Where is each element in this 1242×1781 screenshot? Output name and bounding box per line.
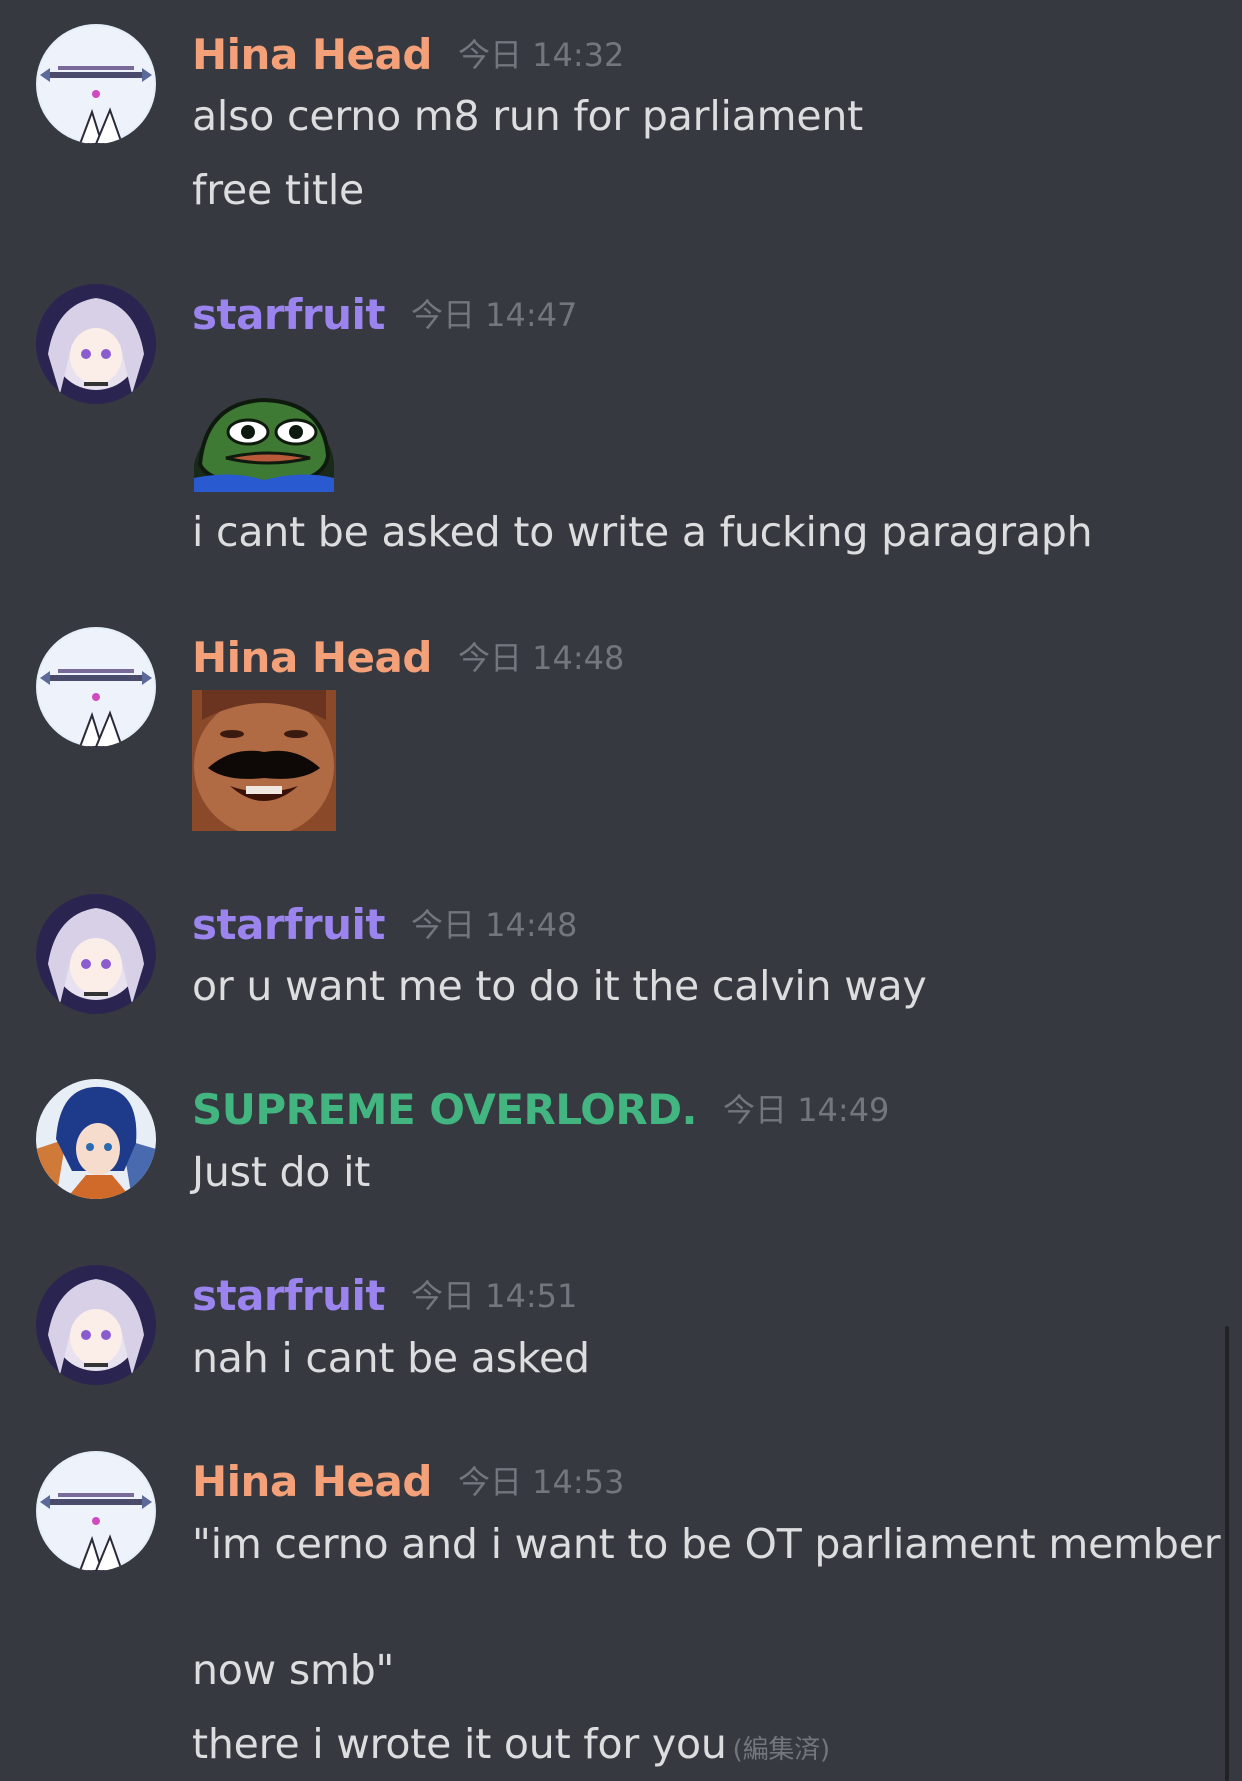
laughing-man-emoji-icon[interactable] [192, 690, 336, 836]
author-name[interactable]: Hina Head [192, 1457, 432, 1506]
overlord-avatar-icon[interactable] [36, 1079, 156, 1199]
timestamp: 今日 14:53 [457, 1463, 625, 1501]
timestamp: 今日 14:48 [411, 906, 578, 944]
message-text: free title [192, 166, 365, 214]
message-text: Just do it [192, 1148, 371, 1196]
message-text: i cant be asked to write a fucking parag… [192, 508, 1093, 556]
starfruit-avatar-icon[interactable] [36, 284, 156, 404]
author-name[interactable]: starfruit [192, 900, 386, 949]
timestamp: 今日 14:32 [457, 36, 625, 74]
starfruit-avatar-icon[interactable] [36, 1265, 156, 1385]
hina-avatar-icon[interactable] [36, 627, 156, 747]
message-text: there i wrote it out for you [192, 1720, 727, 1768]
edited-label: (編集済) [732, 1735, 830, 1765]
timestamp: 今日 14:51 [411, 1277, 578, 1315]
hina-avatar-icon[interactable] [36, 24, 156, 144]
timestamp: 今日 14:47 [411, 296, 578, 334]
message-text: now smb" [192, 1646, 395, 1694]
timestamp: 今日 14:48 [457, 639, 625, 677]
scrollbar[interactable] [1225, 1326, 1229, 1781]
author-name[interactable]: SUPREME OVERLORD. [192, 1085, 698, 1134]
message-text: or u want me to do it the calvin way [192, 962, 927, 1010]
hina-avatar-icon[interactable] [36, 1451, 156, 1571]
starfruit-avatar-icon[interactable] [36, 894, 156, 1014]
author-name[interactable]: Hina Head [192, 633, 432, 682]
author-name[interactable]: starfruit [192, 290, 386, 339]
message-text: nah i cant be asked [192, 1334, 590, 1382]
message-text: "im cerno and i want to be OT parliament… [192, 1520, 1221, 1568]
message-text-edited: there i wrote it out for you (編集済) [192, 1720, 830, 1768]
pepe-emoji-icon[interactable] [192, 394, 336, 496]
author-name[interactable]: Hina Head [192, 30, 432, 79]
timestamp: 今日 14:49 [723, 1091, 890, 1129]
author-name[interactable]: starfruit [192, 1271, 386, 1320]
message-text: also cerno m8 run for parliament [192, 92, 864, 140]
